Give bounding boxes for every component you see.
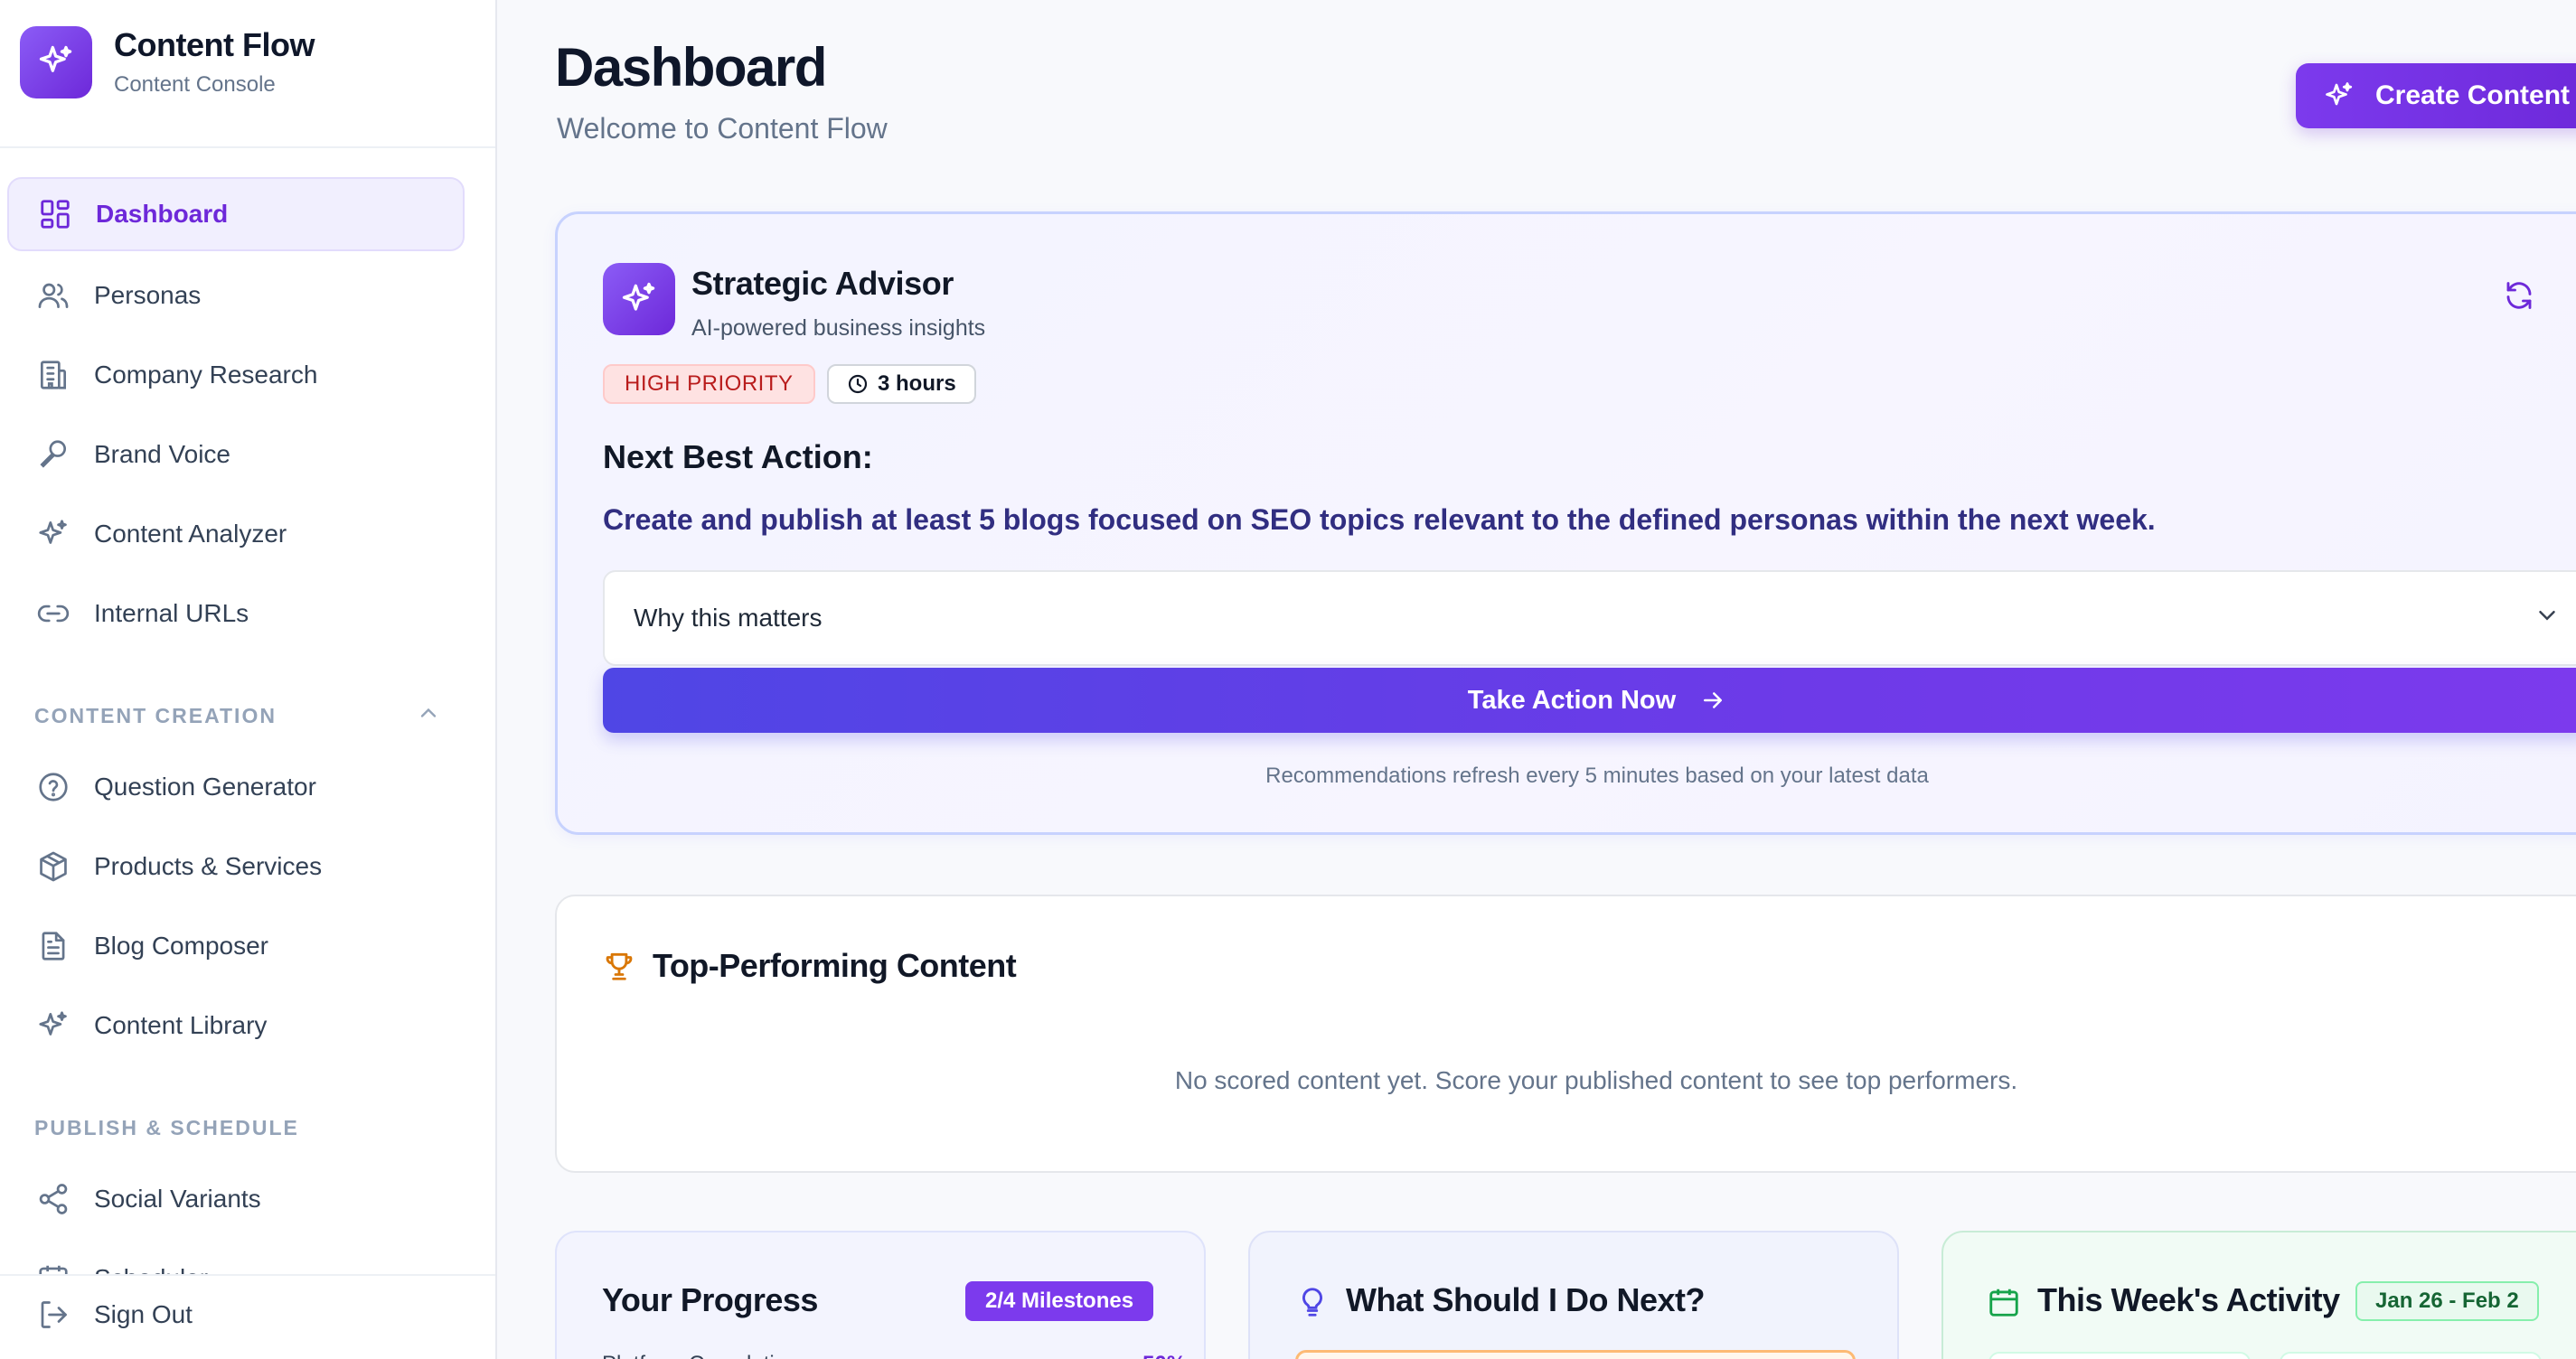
next-steps-card: What Should I Do Next? [1248, 1231, 1899, 1359]
brand-title: Content Flow [114, 26, 315, 63]
sidebar-item-label: Company Research [94, 361, 318, 389]
strategic-advisor-card: Strategic Advisor AI-powered business in… [555, 211, 2576, 835]
sidebar-item-label: Content Library [94, 1011, 268, 1039]
brand-text: Content Flow Content Console [114, 25, 315, 99]
progress-row-value: 50% [1142, 1352, 1186, 1359]
top-performing-card: Top-Performing Content No scored content… [555, 895, 2576, 1173]
sidebar-item-social-variants[interactable]: Social Variants [7, 1162, 465, 1236]
clock-icon [847, 373, 869, 395]
log-out-icon [34, 1296, 72, 1334]
sidebar-footer: Sign Out [0, 1274, 495, 1359]
sparkles-icon [603, 263, 675, 335]
sidebar-item-label: Internal URLs [94, 599, 249, 627]
section-heading: CONTENT CREATION [34, 703, 277, 727]
sparkles-icon [2323, 80, 2355, 112]
link-icon [34, 595, 72, 633]
section-content-creation[interactable]: CONTENT CREATION [34, 698, 441, 734]
sidebar-item-question-generator[interactable]: Question Generator [7, 750, 465, 824]
sidebar-item-content-analyzer[interactable]: Content Analyzer [7, 497, 465, 571]
calendar-icon [1987, 1285, 2021, 1319]
refresh-note: Recommendations refresh every 5 minutes … [1265, 764, 1929, 788]
sidebar-item-label: Content Analyzer [94, 520, 287, 548]
file-text-icon [34, 927, 72, 965]
activity-stat-box [2280, 1352, 2542, 1359]
lightbulb-icon [1295, 1285, 1330, 1319]
users-icon [34, 276, 72, 314]
sparkles-icon [34, 1007, 72, 1045]
priority-badge: HIGH PRIORITY [603, 364, 815, 404]
microphone-icon [34, 436, 72, 473]
sidebar-item-label: Blog Composer [94, 932, 268, 960]
progress-row-label: Platform Completion [602, 1352, 798, 1359]
next-best-action-text: Create and publish at least 5 blogs focu… [603, 503, 2156, 536]
sidebar-item-label: Brand Voice [94, 440, 230, 468]
take-action-label: Take Action Now [1467, 685, 1677, 715]
divider [0, 146, 495, 148]
weekly-activity-title: This Week's Activity [2037, 1281, 2340, 1318]
share-icon [34, 1180, 72, 1218]
page-title: Dashboard [555, 37, 827, 98]
time-estimate-badge: 3 hours [827, 364, 976, 404]
create-content-label: Create Content [2375, 80, 2571, 110]
sidebar-item-company-research[interactable]: Company Research [7, 338, 465, 412]
sidebar-item-brand-voice[interactable]: Brand Voice [7, 417, 465, 492]
brand[interactable]: Content Flow Content Console [20, 25, 315, 99]
create-content-button[interactable]: Create Content [2296, 63, 2576, 128]
top-performing-title: Top-Performing Content [653, 947, 1017, 984]
why-this-matters-toggle[interactable]: Why this matters [603, 570, 2576, 666]
sidebar-item-label: Question Generator [94, 773, 316, 801]
next-step-item[interactable] [1295, 1350, 1856, 1359]
weekly-activity-card: This Week's Activity Jan 26 - Feb 2 [1941, 1231, 2576, 1359]
sidebar-item-products-services[interactable]: Products & Services [7, 829, 465, 904]
package-icon [34, 848, 72, 886]
refresh-icon[interactable] [2499, 276, 2539, 315]
progress-title: Your Progress [602, 1281, 818, 1318]
sparkles-icon [20, 26, 92, 98]
sparkles-icon [34, 515, 72, 553]
page-subtitle: Welcome to Content Flow [557, 112, 888, 145]
help-circle-icon [34, 768, 72, 806]
next-best-action-heading: Next Best Action: [603, 438, 873, 475]
app-root: Content Flow Content Console Dashboard P… [0, 0, 2576, 1359]
sidebar-item-internal-urls[interactable]: Internal URLs [7, 576, 465, 651]
next-steps-title: What Should I Do Next? [1346, 1281, 1705, 1318]
take-action-button[interactable]: Take Action Now [603, 668, 2576, 733]
sidebar-item-dashboard[interactable]: Dashboard [7, 177, 465, 251]
sidebar-item-personas[interactable]: Personas [7, 258, 465, 333]
brand-subtitle: Content Console [114, 72, 276, 97]
progress-card: Your Progress 2/4 Milestones Platform Co… [555, 1231, 1206, 1359]
section-heading: PUBLISH & SCHEDULE [34, 1115, 299, 1139]
section-publish-schedule[interactable]: PUBLISH & SCHEDULE [34, 1110, 441, 1146]
sign-out-label: Sign Out [94, 1300, 193, 1328]
layout-grid-icon [36, 195, 74, 233]
sidebar-item-label: Personas [94, 281, 202, 309]
date-range-badge: Jan 26 - Feb 2 [2355, 1281, 2539, 1321]
building-icon [34, 356, 72, 394]
advisor-title: Strategic Advisor [691, 265, 954, 302]
sidebar-item-label: Social Variants [94, 1185, 261, 1213]
sidebar-item-label: Dashboard [96, 200, 229, 228]
empty-state-message: No scored content yet. Score your publis… [1174, 1066, 2018, 1094]
sidebar-item-label: Products & Services [94, 852, 323, 880]
sidebar-item-blog-composer[interactable]: Blog Composer [7, 909, 465, 983]
why-this-matters-label: Why this matters [634, 604, 823, 632]
sidebar-item-content-library[interactable]: Content Library [7, 989, 465, 1063]
sign-out-button[interactable]: Sign Out [7, 1278, 465, 1352]
arrow-right-icon [1699, 687, 1726, 714]
milestones-badge: 2/4 Milestones [965, 1281, 1154, 1321]
trophy-icon [602, 949, 636, 983]
chevron-up-icon [416, 700, 441, 731]
advisor-subtitle: AI-powered business insights [691, 315, 986, 341]
sidebar: Content Flow Content Console Dashboard P… [0, 0, 497, 1359]
time-estimate-label: 3 hours [878, 371, 956, 396]
activity-stat-box [1988, 1352, 2251, 1359]
chevron-down-icon [2534, 602, 2561, 635]
